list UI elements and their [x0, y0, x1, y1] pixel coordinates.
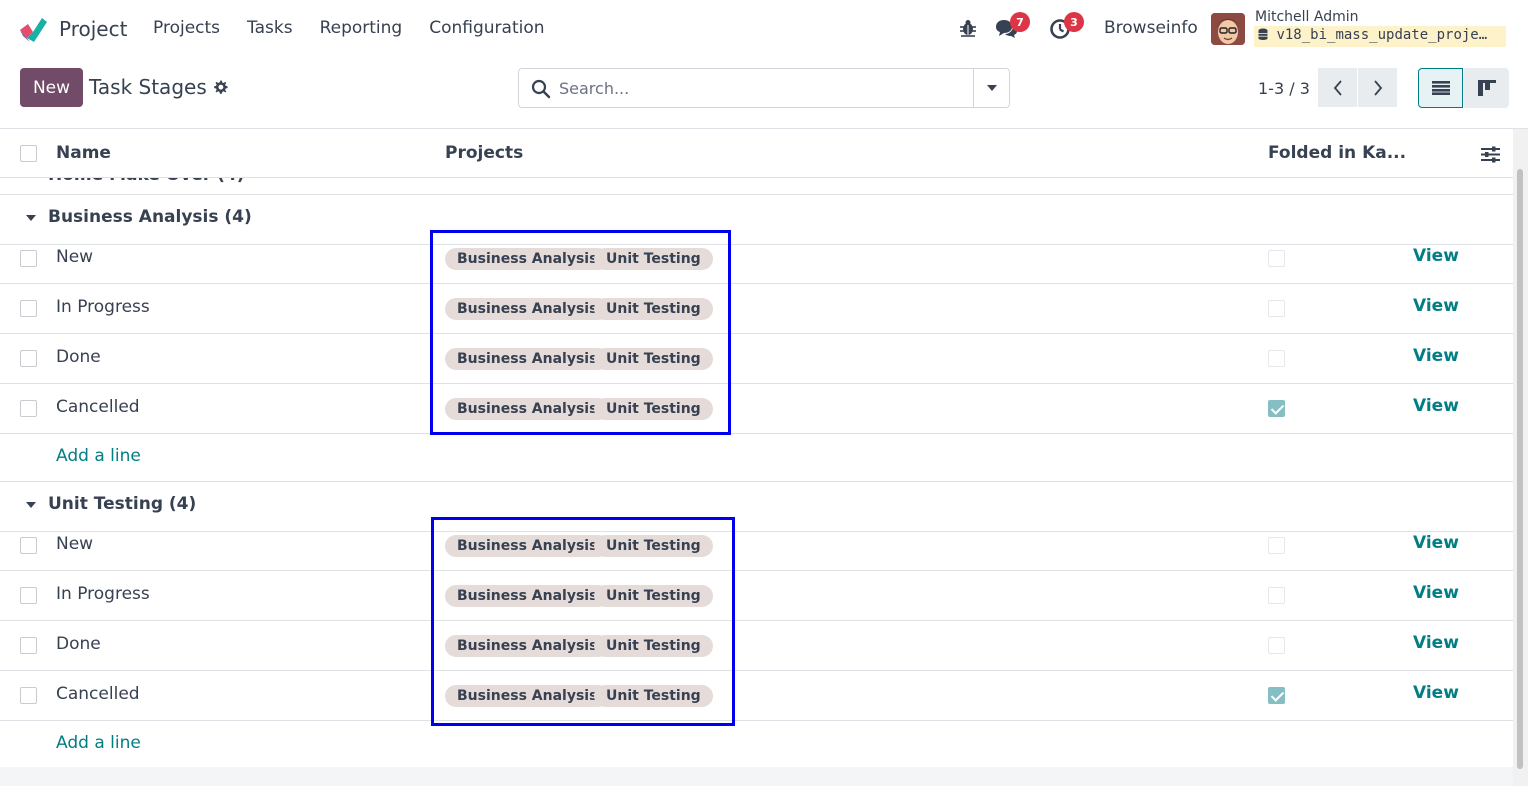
gear-icon[interactable]	[213, 79, 228, 95]
kanban-view-icon	[1477, 80, 1496, 96]
table-row[interactable]: Cancelled Business Analysis Unit Testing Vi…	[0, 384, 1513, 434]
user-name[interactable]: Mitchell Admin	[1255, 9, 1359, 25]
view-button[interactable]: View	[1413, 583, 1459, 603]
scrollbar[interactable]	[1513, 129, 1528, 786]
optional-columns-icon[interactable]	[1481, 146, 1500, 163]
page-title: Task Stages	[89, 75, 207, 99]
pager-next-button[interactable]	[1358, 68, 1397, 107]
row-checkbox[interactable]	[20, 250, 37, 267]
stage-name[interactable]: In Progress	[56, 584, 150, 604]
view-button[interactable]: View	[1413, 533, 1459, 553]
database-name: v18_bi_mass_update_proje…	[1254, 26, 1506, 47]
project-logo-icon	[20, 18, 47, 42]
stage-name[interactable]: Done	[56, 634, 101, 654]
chevron-right-icon	[1373, 79, 1382, 96]
view-button[interactable]: View	[1413, 246, 1459, 266]
list-header: Name Projects Folded in Ka...	[0, 129, 1513, 178]
table-row[interactable]: Done Business Analysis Unit Testing View	[0, 334, 1513, 384]
select-all-checkbox[interactable]	[20, 145, 37, 162]
avatar-face-icon	[1211, 13, 1245, 45]
main-menu: Projects Tasks Reporting Configuration	[153, 18, 572, 38]
chevron-left-icon	[1333, 79, 1342, 96]
breadcrumb: Task Stages	[89, 75, 228, 99]
column-projects[interactable]: Projects	[445, 143, 523, 163]
scrollbar-thumb[interactable]	[1517, 169, 1523, 769]
table-row[interactable]: Cancelled Business Analysis Unit Testing Vi…	[0, 671, 1513, 721]
view-button[interactable]: View	[1413, 683, 1459, 703]
stage-name[interactable]: New	[56, 247, 93, 267]
folded-checkbox	[1268, 250, 1285, 267]
highlight-box	[430, 230, 731, 435]
messages-button[interactable]: 7	[994, 12, 1030, 42]
view-button[interactable]: View	[1413, 633, 1459, 653]
stage-name[interactable]: Done	[56, 347, 101, 367]
row-checkbox[interactable]	[20, 400, 37, 417]
app-name: Project	[59, 17, 128, 41]
app-brand[interactable]: Project	[18, 14, 127, 44]
activities-button[interactable]: 3	[1049, 12, 1084, 42]
folded-checkbox	[1268, 687, 1285, 704]
bug-icon[interactable]	[959, 19, 977, 37]
table-row[interactable]: Done Business Analysis Unit Testing View	[0, 621, 1513, 671]
caret-down-icon	[986, 85, 997, 91]
main-navbar: Project Projects Tasks Reporting Configu…	[0, 0, 1528, 58]
new-button[interactable]: New	[20, 68, 83, 107]
kanban-view-button[interactable]	[1464, 68, 1509, 108]
view-button[interactable]: View	[1413, 396, 1459, 416]
pager-value[interactable]: 1-3 / 3	[1258, 79, 1310, 98]
row-checkbox[interactable]	[20, 350, 37, 367]
database-icon	[1258, 28, 1268, 40]
stage-name[interactable]: New	[56, 534, 93, 554]
list-view-icon	[1431, 81, 1450, 95]
add-line-link[interactable]: Add a line	[56, 446, 141, 466]
list-view-button[interactable]	[1418, 68, 1463, 108]
pager-previous-button[interactable]	[1318, 68, 1357, 107]
row-checkbox[interactable]	[20, 587, 37, 604]
view-button[interactable]: View	[1413, 296, 1459, 316]
table-row[interactable]: In Progress Business Analysis Unit Testing…	[0, 284, 1513, 334]
group-label: Business Analysis (4)	[48, 207, 252, 227]
stage-name[interactable]: In Progress	[56, 297, 150, 317]
search-options-toggle[interactable]	[973, 69, 1009, 107]
stage-name[interactable]: Cancelled	[56, 684, 140, 704]
folded-checkbox	[1268, 400, 1285, 417]
table-row[interactable]: New Business Analysis Unit Testing View	[0, 234, 1513, 284]
caret-down-icon	[26, 215, 36, 221]
add-line-link[interactable]: Add a line	[56, 733, 141, 753]
caret-down-icon	[26, 502, 36, 508]
task-stages-list: Name Projects Folded in Ka... Home Make …	[0, 128, 1528, 786]
menu-reporting[interactable]: Reporting	[320, 18, 403, 38]
database-label: v18_bi_mass_update_proje…	[1276, 27, 1488, 43]
column-folded[interactable]: Folded in Ka...	[1268, 143, 1406, 163]
folded-checkbox	[1268, 537, 1285, 554]
list-footer	[0, 767, 1513, 786]
table-row[interactable]: In Progress Business Analysis Unit Testing…	[0, 571, 1513, 621]
row-checkbox[interactable]	[20, 637, 37, 654]
folded-checkbox	[1268, 637, 1285, 654]
highlight-box	[431, 517, 735, 726]
folded-checkbox	[1268, 587, 1285, 604]
messages-count-badge: 7	[1010, 12, 1030, 32]
add-line-row: Add a line	[0, 721, 1513, 769]
search-icon	[531, 79, 551, 99]
group-label: Unit Testing (4)	[48, 494, 197, 514]
folded-checkbox	[1268, 350, 1285, 367]
row-checkbox[interactable]	[20, 537, 37, 554]
menu-configuration[interactable]: Configuration	[429, 18, 544, 38]
search-input[interactable]	[519, 69, 973, 107]
folded-checkbox	[1268, 300, 1285, 317]
menu-projects[interactable]: Projects	[153, 18, 220, 38]
table-row[interactable]: New Business Analysis Unit Testing View	[0, 521, 1513, 571]
user-avatar[interactable]	[1211, 13, 1245, 45]
row-checkbox[interactable]	[20, 300, 37, 317]
row-checkbox[interactable]	[20, 687, 37, 704]
view-button[interactable]: View	[1413, 346, 1459, 366]
activities-count-badge: 3	[1064, 12, 1084, 32]
column-name[interactable]: Name	[56, 143, 111, 163]
company-switcher[interactable]: Browseinfo	[1104, 18, 1198, 38]
stage-name[interactable]: Cancelled	[56, 397, 140, 417]
search-bar	[518, 68, 1010, 108]
add-line-row: Add a line	[0, 434, 1513, 482]
menu-tasks[interactable]: Tasks	[247, 18, 293, 38]
